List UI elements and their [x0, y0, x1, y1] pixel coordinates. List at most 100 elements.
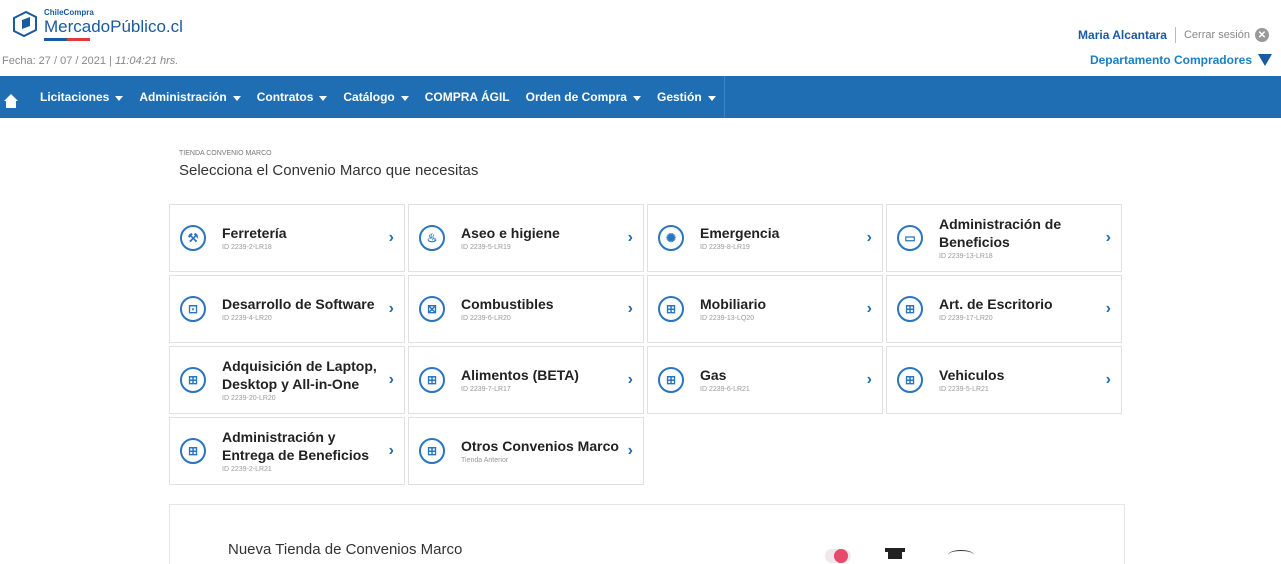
card-id: ID 2239-2-LR18	[222, 244, 272, 252]
chevron-right-icon: ›	[1105, 229, 1111, 246]
card-id: Tienda Anterior	[461, 457, 509, 465]
convenio-card-escritorio[interactable]: ⊞ Art. de Escritorio ID 2239-17-LR20 ›	[886, 275, 1122, 343]
siren-icon: ✺	[658, 225, 684, 251]
card-name: Emergencia	[700, 224, 780, 241]
card-id: ID 2239-6-LR21	[700, 386, 750, 394]
chevron-right-icon: ›	[1105, 371, 1111, 388]
card-id: ID 2239-4-LR20	[222, 315, 272, 323]
nav-label: COMPRA ÁGIL	[424, 90, 510, 104]
nav-label: Licitaciones	[40, 90, 110, 104]
fuel-icon: ⊠	[419, 296, 445, 322]
card-name: Art. de Escritorio	[939, 295, 1053, 312]
chevron-right-icon: ›	[388, 229, 394, 246]
department-label: Departamento Compradores	[1089, 53, 1252, 67]
chilecompra-logo-icon	[13, 10, 37, 38]
card-id: ID 2239-5-LR19	[461, 244, 511, 252]
caret-down-icon	[319, 95, 328, 101]
card-name: Adquisición de Laptop, Desktop y All-in-…	[222, 358, 377, 392]
card-name: Combustibles	[461, 295, 554, 312]
card-name: Desarrollo de Software	[222, 295, 375, 312]
nav-orden-de-compra[interactable]: Orden de Compra	[518, 76, 649, 118]
main-nav: Licitaciones Administración Contratos Ca…	[0, 76, 1281, 118]
convenio-card-ferreteria[interactable]: ⚒ Ferretería ID 2239-2-LR18 ›	[169, 204, 405, 272]
heart-illustration-icon	[834, 549, 848, 563]
caret-down-icon	[232, 95, 241, 101]
convenio-card-entrega-beneficios[interactable]: ⊞ Administración y Entrega de Beneficios…	[169, 417, 405, 485]
cart-icon: ⊞	[658, 367, 684, 393]
chevron-right-icon: ›	[866, 371, 872, 388]
chevron-right-icon: ›	[627, 371, 633, 388]
mercadopublico-logo[interactable]: ChileCompra MercadoPúblico.cl	[10, 8, 183, 41]
cart-icon: ⊞	[419, 438, 445, 464]
chevron-right-icon: ›	[866, 229, 872, 246]
date-line: Fecha: 27 / 07 / 2021 | 11:04:21 hrs.	[2, 55, 178, 67]
page-title: Selecciona el Convenio Marco que necesit…	[179, 162, 479, 179]
convenio-card-software[interactable]: ⊡ Desarrollo de Software ID 2239-4-LR20 ›	[169, 275, 405, 343]
convenio-card-emergencia[interactable]: ✺ Emergencia ID 2239-8-LR19 ›	[647, 204, 883, 272]
card-id: ID 2239-7-LR17	[461, 386, 511, 394]
card-id: ID 2239-17-LR20	[939, 315, 993, 323]
convenio-card-otros[interactable]: ⊞ Otros Convenios Marco Tienda Anterior ›	[408, 417, 644, 485]
chevron-right-icon: ›	[627, 300, 633, 317]
card-id: ID 2239-2-LR21	[222, 466, 272, 473]
department-selector[interactable]: Departamento Compradores	[1090, 53, 1272, 67]
close-icon[interactable]: ✕	[1255, 28, 1269, 42]
logo-color-bar	[44, 38, 90, 41]
card-id: ID 2239-5-LR21	[939, 386, 989, 394]
convenio-card-combustibles[interactable]: ⊠ Combustibles ID 2239-6-LR20 ›	[408, 275, 644, 343]
nav-label: Administración	[139, 90, 227, 104]
card-icon: ▭	[897, 225, 923, 251]
card-id: ID 2239-6-LR20	[461, 315, 511, 323]
caret-down-icon	[115, 95, 124, 101]
nav-label: Catálogo	[343, 90, 395, 104]
card-id: ID 2239-20-LR20	[222, 395, 276, 402]
convenio-card-vehiculos[interactable]: ⊞ Vehiculos ID 2239-5-LR21 ›	[886, 346, 1122, 414]
chevron-right-icon: ›	[866, 300, 872, 317]
card-name: Mobiliario	[700, 295, 767, 312]
cart-icon: ⊞	[180, 438, 206, 464]
cleaning-icon: ♨	[419, 225, 445, 251]
caret-down-icon	[707, 95, 716, 101]
store-content: TIENDA CONVENIO MARCO Selecciona el Conv…	[169, 150, 1124, 485]
banner-title: Nueva Tienda de Convenios Marco	[228, 541, 463, 558]
home-icon[interactable]	[0, 76, 22, 118]
user-area: Maria Alcantara Cerrar sesión ✕	[1078, 27, 1269, 43]
cart-icon: ⊞	[658, 296, 684, 322]
convenio-card-gas[interactable]: ⊞ Gas ID 2239-6-LR21 ›	[647, 346, 883, 414]
logout-link[interactable]: Cerrar sesión	[1184, 29, 1250, 41]
card-name: Otros Convenios Marco	[461, 437, 619, 454]
curved-arrow-icon	[948, 550, 974, 560]
card-name: Aseo e higiene	[461, 224, 560, 241]
card-id: ID 2239-8-LR19	[700, 244, 750, 252]
nav-gestion[interactable]: Gestión	[649, 76, 725, 118]
card-name: Administración de Beneficios	[939, 216, 1062, 250]
nav-compra-agil[interactable]: COMPRA ÁGIL	[417, 76, 518, 118]
time-label: 11:04:21 hrs.	[114, 55, 179, 67]
software-icon: ⊡	[180, 296, 206, 322]
convenio-card-alimentos[interactable]: ⊞ Alimentos (BETA) ID 2239-7-LR17 ›	[408, 346, 644, 414]
logo-big-text: MercadoPúblico.cl	[44, 17, 183, 36]
convenio-card-admin-beneficios[interactable]: ▭ Administración de Beneficios ID 2239-13…	[886, 204, 1122, 272]
cart-icon: ⊞	[897, 296, 923, 322]
triangle-down-icon	[1258, 54, 1272, 66]
card-name: Alimentos (BETA)	[461, 366, 579, 383]
convenio-grid: ⚒ Ferretería ID 2239-2-LR18 › ♨ Aseo e hi…	[169, 204, 1124, 485]
card-name: Vehiculos	[939, 366, 1005, 383]
card-id: ID 2239-13-LQ20	[700, 315, 755, 323]
caret-down-icon	[400, 95, 409, 101]
nav-catalogo[interactable]: Catálogo	[335, 76, 416, 118]
site-header: ChileCompra MercadoPúblico.cl Fecha: 27 …	[0, 0, 1281, 76]
caret-down-icon	[632, 95, 641, 101]
nav-contratos[interactable]: Contratos	[249, 76, 336, 118]
nav-licitaciones[interactable]: Licitaciones	[32, 76, 131, 118]
card-name: Administración y Entrega de Beneficios	[222, 429, 370, 463]
convenio-card-laptop[interactable]: ⊞ Adquisición de Laptop, Desktop y All-i…	[169, 346, 405, 414]
logo-small-text: ChileCompra	[44, 8, 94, 17]
cart-icon: ⊞	[419, 367, 445, 393]
convenio-card-mobiliario[interactable]: ⊞ Mobiliario ID 2239-13-LQ20 ›	[647, 275, 883, 343]
card-id: ID 2239-13-LR18	[939, 253, 993, 260]
divider	[1174, 27, 1176, 43]
convenio-card-aseo[interactable]: ♨ Aseo e higiene ID 2239-5-LR19 ›	[408, 204, 644, 272]
user-name[interactable]: Maria Alcantara	[1078, 28, 1167, 42]
nav-administracion[interactable]: Administración	[131, 76, 248, 118]
